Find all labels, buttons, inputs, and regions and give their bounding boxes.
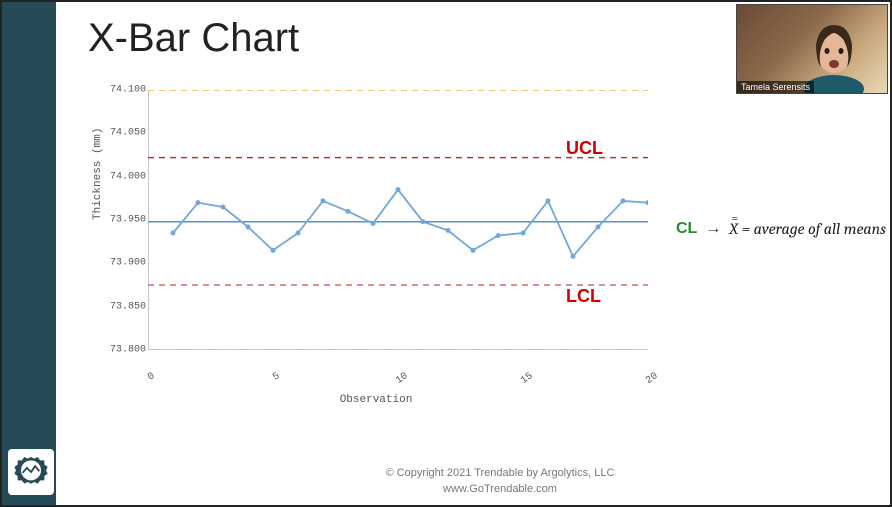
x-tick: 20: [644, 371, 660, 387]
plot-area: [148, 90, 648, 350]
y-tick: 73.950: [110, 215, 146, 226]
cl-formula: X = average of all means: [729, 220, 886, 238]
x-tick: 0: [146, 371, 157, 383]
y-tick: 74.000: [110, 171, 146, 182]
logo: [8, 449, 54, 495]
ucl-label: UCL: [566, 138, 603, 159]
y-tick: 73.850: [110, 301, 146, 312]
formula-text: = average of all means: [738, 220, 886, 238]
footer: © Copyright 2021 Trendable by Argolytics…: [110, 466, 890, 497]
website: www.GoTrendable.com: [110, 482, 890, 497]
copyright: © Copyright 2021 Trendable by Argolytics…: [110, 466, 890, 481]
presenter-name: Tamela Serensits: [737, 81, 814, 93]
webcam-overlay: Tamela Serensits: [736, 4, 888, 94]
x-double-bar: X: [729, 220, 738, 238]
page-title: X-Bar Chart: [88, 16, 299, 61]
y-tick: 73.800: [110, 345, 146, 356]
y-tick: 73.900: [110, 258, 146, 269]
cl-label: CL: [676, 220, 697, 238]
y-tick: 74.100: [110, 85, 146, 96]
y-tick: 74.050: [110, 128, 146, 139]
x-tick: 10: [394, 371, 410, 387]
x-axis-label: Observation: [86, 394, 666, 406]
arrow-icon: →: [705, 220, 721, 238]
xbar-chart: Thickness (mm) 73.800 73.850 73.900 73.950 7…: [86, 80, 666, 410]
lcl-label: LCL: [566, 286, 601, 307]
x-tick: 5: [271, 371, 282, 383]
y-axis-label: Thickness (mm): [92, 128, 104, 220]
side-stripe: [2, 2, 56, 505]
cl-annotation: CL → X = average of all means: [676, 220, 886, 238]
x-tick: 15: [519, 371, 535, 387]
